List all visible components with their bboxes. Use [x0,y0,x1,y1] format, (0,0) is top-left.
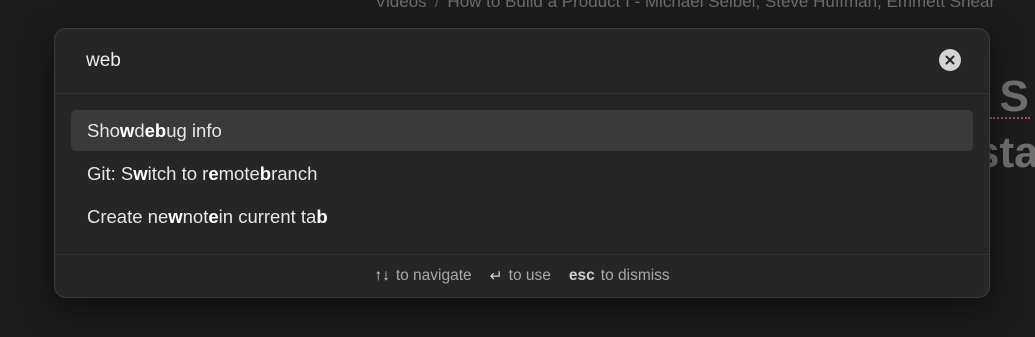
breadcrumb: Videos / How to Build a Product I - Michae… [375,0,995,12]
result-text: mote [218,162,260,184]
command-palette: Show debug infoGit: Switch to remote bra… [54,28,990,298]
use-hint-label: to use [508,267,551,284]
match-highlight: w [119,119,135,141]
breadcrumb-parent[interactable]: Videos [375,0,427,11]
result-text: d [134,119,145,141]
result-text: Create ne [87,205,169,227]
result-text: ranch [271,162,318,184]
palette-footer: ↑↓ to navigate ↵ to use esc to dismiss [55,254,989,297]
search-row [55,29,989,94]
match-highlight: w [133,162,148,184]
result-text: itch to r [147,162,209,184]
result-text: not [182,205,209,227]
navigate-hint: ↑↓ to navigate [374,267,471,285]
match-highlight: b [259,162,272,184]
clear-search-button[interactable] [939,49,961,71]
results-list: Sho w d eb ug info Git: Sw itch to r e mote b ra… [71,110,973,239]
arrows-icon: ↑↓ [374,267,390,284]
enter-icon: ↵ [489,267,503,285]
result-item[interactable]: Git: Sw itch to r e mote b ranch [71,153,973,194]
match-highlight: b [316,205,328,227]
dismiss-hint-label: to dismiss [600,267,670,284]
result-text: Git: S [87,162,134,184]
spellcheck-underline [990,114,1030,119]
close-icon [945,55,955,65]
result-item[interactable]: Sho w d eb ug info [71,110,973,151]
match-highlight: eb [144,119,167,141]
use-hint: ↵ to use [490,267,551,286]
result-item[interactable]: Create ne w not e in current ta b [71,196,973,237]
result-text: in current ta [218,205,317,227]
match-highlight: e [208,205,219,227]
search-input[interactable] [86,47,886,75]
breadcrumb-current: How to Build a Product I - Michael Seibe… [447,0,996,11]
match-highlight: w [168,205,183,227]
breadcrumb-separator: / [434,0,440,11]
result-text: ug info [166,119,222,141]
dismiss-hint: esc to dismiss [569,267,670,285]
match-highlight: e [208,162,219,184]
navigate-hint-label: to navigate [395,267,472,284]
result-text: Sho [87,119,120,141]
esc-key: esc [568,267,595,284]
